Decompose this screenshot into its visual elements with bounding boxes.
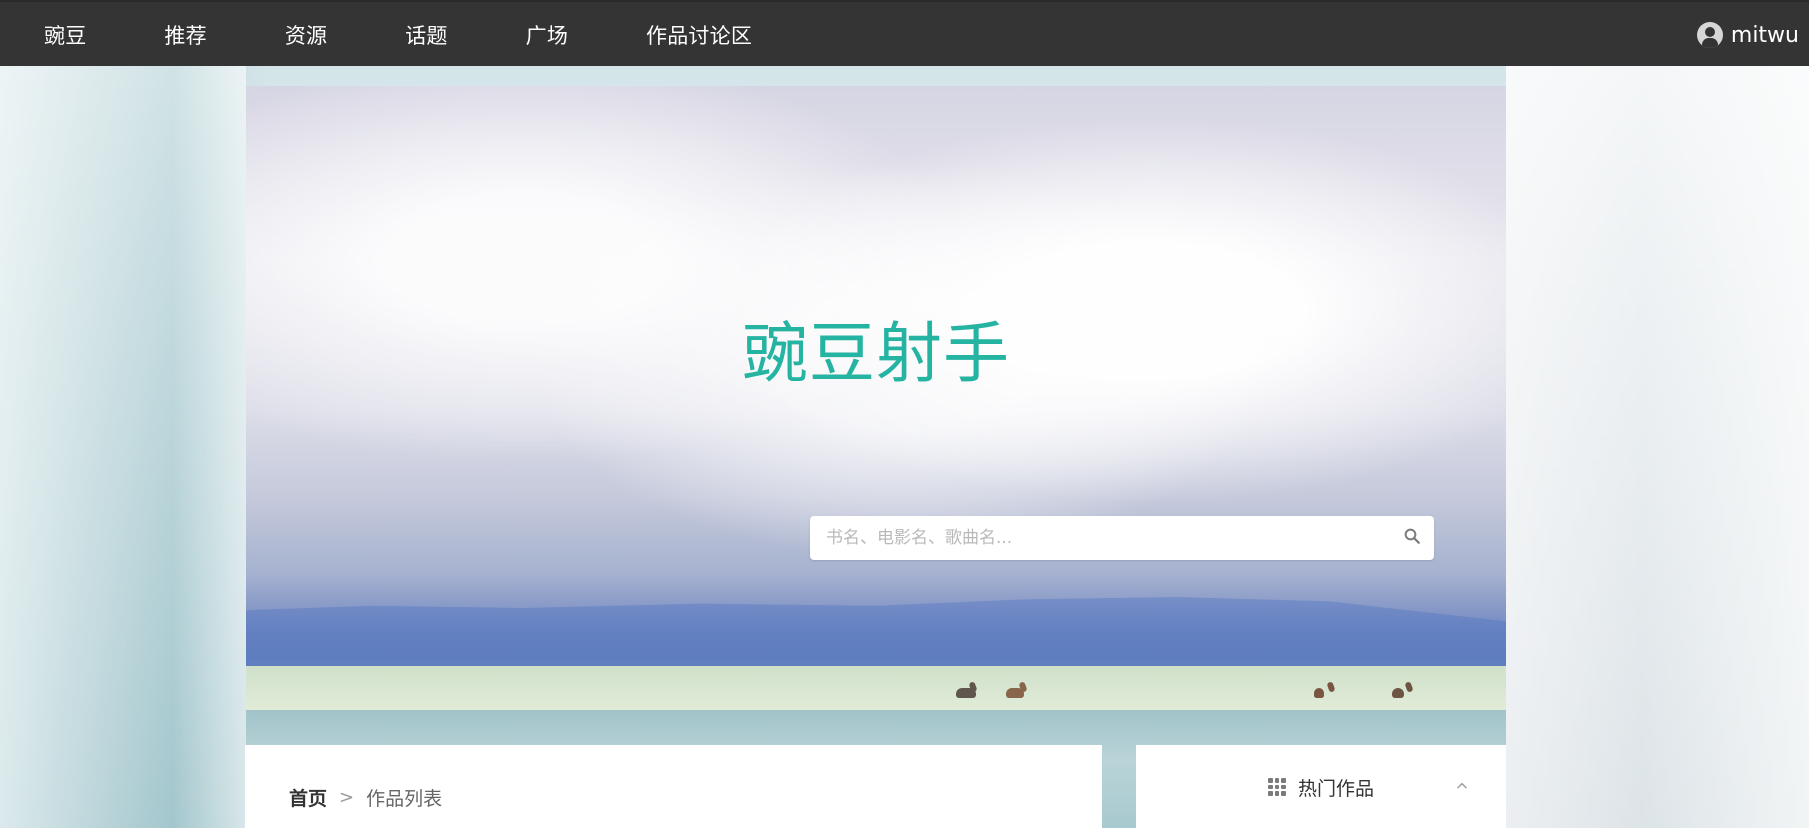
- hero-banner: 豌豆射手: [246, 86, 1506, 710]
- horse-icon: [1006, 688, 1024, 698]
- hero-hills: [246, 597, 1506, 674]
- search-box: [810, 515, 1434, 561]
- nav-item-topics[interactable]: 话题: [405, 20, 447, 50]
- horse-icon: [1392, 688, 1404, 698]
- background-right-scene: [1506, 66, 1809, 828]
- horse-icon: [956, 688, 976, 698]
- breadcrumb-current: 作品列表: [366, 788, 443, 810]
- horse-icon: [1314, 688, 1324, 698]
- breadcrumb-home[interactable]: 首页: [289, 784, 327, 811]
- nav-item-resources[interactable]: 资源: [285, 20, 327, 50]
- hot-works-title: 热门作品: [1297, 777, 1374, 800]
- user-menu[interactable]: mitwu: [1696, 2, 1799, 68]
- search-icon: [1403, 527, 1421, 549]
- nav-item-recommend[interactable]: 推荐: [164, 20, 206, 50]
- nav-item-works-discussion[interactable]: 作品讨论区: [646, 20, 752, 50]
- user-avatar-icon: [1696, 22, 1723, 48]
- nav-item-plaza[interactable]: 广场: [526, 20, 568, 50]
- search-button[interactable]: [1390, 516, 1434, 560]
- background-left-scene: [0, 66, 246, 828]
- nav-item-wandou[interactable]: 豌豆: [44, 20, 86, 50]
- top-navbar: 豌豆 推荐 资源 话题 广场 作品讨论区 mitwu: [0, 0, 1809, 66]
- hot-works-header[interactable]: 热门作品: [1136, 767, 1506, 807]
- breadcrumb-separator: >: [339, 787, 355, 808]
- grid-icon: [1267, 778, 1286, 796]
- sidebar-panel: 热门作品: [1136, 745, 1506, 828]
- primary-nav: 豌豆 推荐 资源 话题 广场 作品讨论区: [0, 2, 786, 68]
- content-panel: 首页 > 作品列表: [245, 745, 1102, 828]
- search-input[interactable]: [810, 515, 1390, 561]
- site-title: 豌豆射手: [742, 315, 1010, 392]
- username: mitwu: [1730, 22, 1799, 48]
- breadcrumb: 首页 > 作品列表: [289, 784, 442, 811]
- chevron-up-icon[interactable]: [1450, 774, 1474, 798]
